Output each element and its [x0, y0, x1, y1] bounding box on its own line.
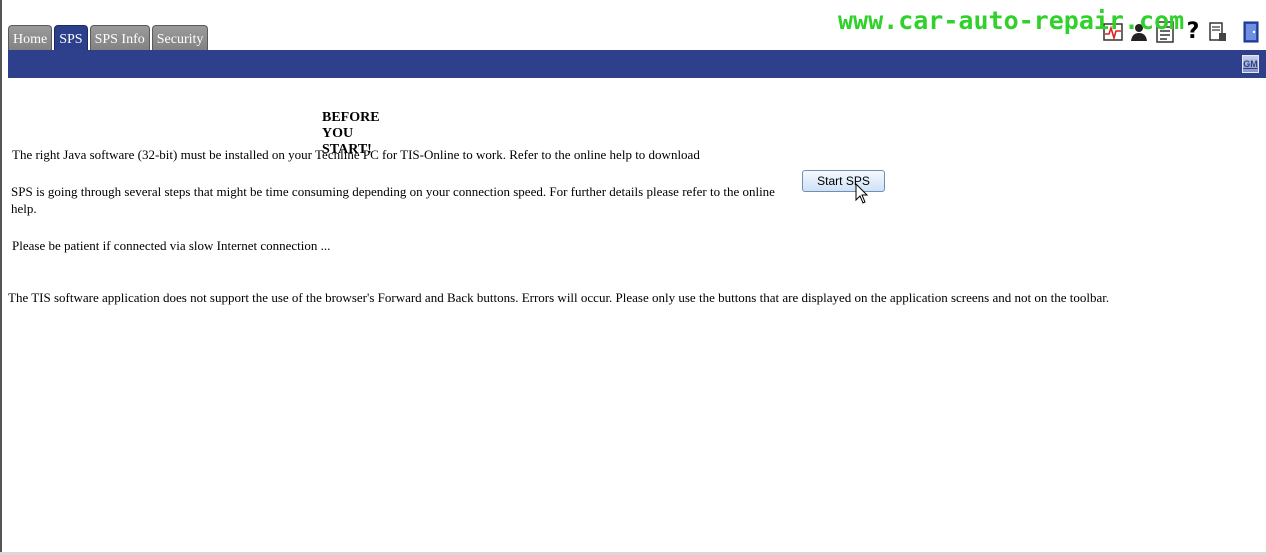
start-sps-button[interactable]: Start SPS — [802, 170, 885, 192]
tab-sps[interactable]: SPS — [54, 25, 88, 50]
print-icon[interactable] — [1206, 20, 1228, 44]
tab-home[interactable]: Home — [8, 25, 53, 50]
java-requirement-text: The right Java software (32-bit) must be… — [12, 147, 700, 162]
patience-text: Please be patient if connected via slow … — [12, 238, 331, 253]
exit-door-icon[interactable] — [1240, 20, 1262, 44]
sps-steps-text: SPS is going through several steps that … — [11, 184, 775, 216]
help-icon[interactable]: ? — [1182, 20, 1204, 44]
window-left-border — [0, 0, 2, 555]
watermark-text: www.car-auto-repair.com — [838, 6, 1185, 35]
browser-warning-text: The TIS software application does not su… — [8, 290, 1110, 305]
tab-bar: Home SPS SPS Info Security — [8, 25, 210, 50]
tab-sps-info[interactable]: SPS Info — [89, 25, 150, 50]
header-bar — [8, 50, 1266, 78]
gm-logo: GM — [1242, 55, 1259, 73]
mouse-cursor-icon — [855, 183, 869, 204]
tab-security[interactable]: Security — [151, 25, 209, 50]
